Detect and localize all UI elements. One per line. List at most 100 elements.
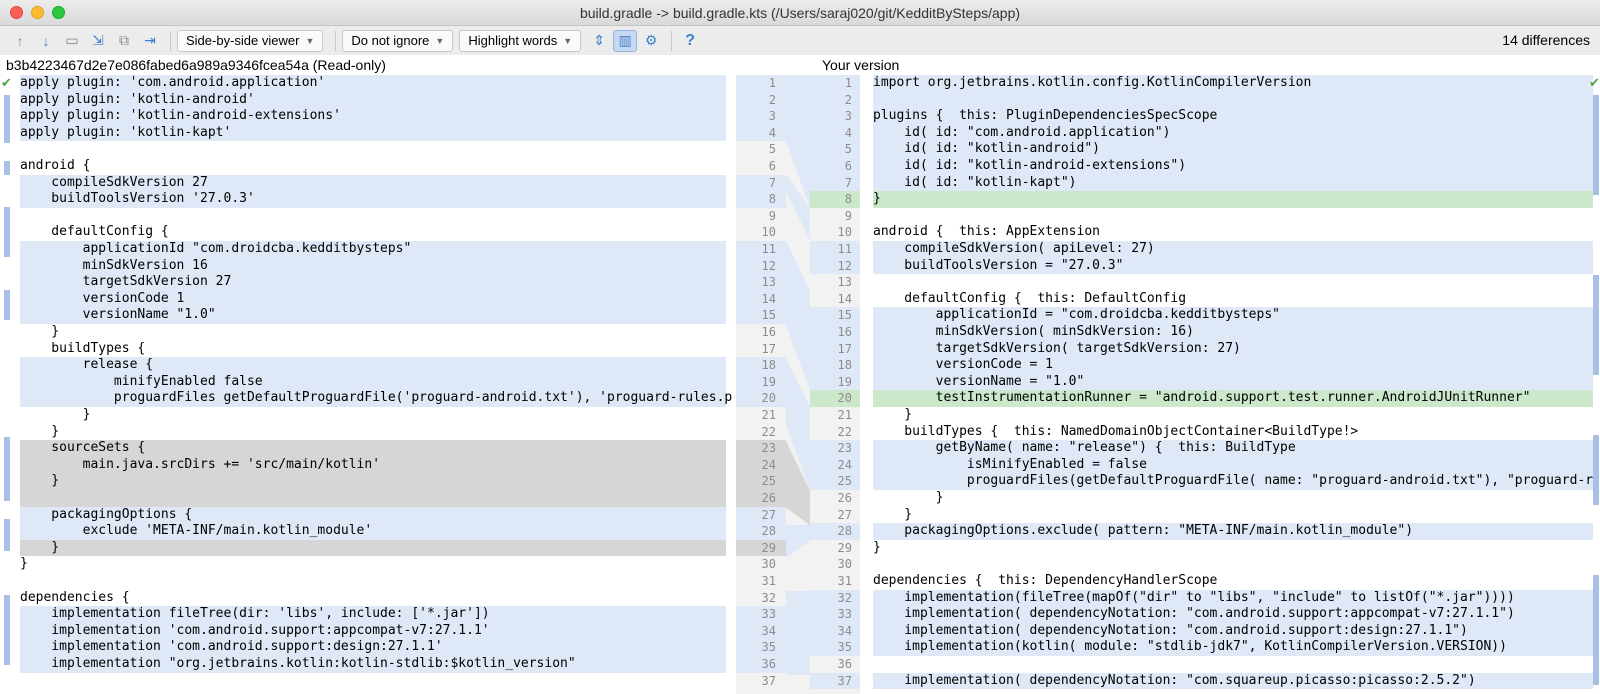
code-line: implementation(kotlin( module: "stdlib-j… [873,639,1593,656]
left-line-number: 30 [761,557,776,572]
code-line: implementation(fileTree(mapOf("dir" to "… [873,589,1593,607]
left-line-number: 32 [761,590,776,605]
code-line: sourceSets { [20,440,726,457]
left-line-number: 35 [761,640,776,655]
connector-block [786,591,810,675]
left-line-number: 21 [761,408,776,422]
chevron-down-icon: ▼ [305,35,315,46]
right-line-number: 24 [837,457,852,472]
compare-previous-file-icon[interactable]: ▭ [60,30,84,52]
code-line: release { [20,357,726,374]
right-line-number: 33 [837,607,852,622]
code-line: implementation fileTree(dir: 'libs', inc… [20,606,726,623]
left-line-number: 23 [761,441,776,456]
left-line-number: 27 [761,507,776,522]
code-line: id( id: "kotlin-android") [873,141,1593,158]
left-line-number: 4 [768,125,776,140]
zoom-window-button[interactable] [52,6,65,19]
code-line: implementation 'com.android.support:desi… [20,639,726,656]
collapse-unchanged-icon[interactable]: ⇕ [587,30,611,52]
right-line-number: 28 [837,524,852,539]
right-line-number: 18 [837,358,852,373]
apply-changes-icon[interactable]: ⇥ [138,30,162,52]
left-line-number: 34 [761,623,776,638]
right-line-number: 25 [837,474,852,489]
differences-count: 14 differences [1502,32,1590,48]
close-window-button[interactable] [10,6,23,19]
compare-contents-icon[interactable]: ⧉ [112,30,136,52]
code-line: defaultConfig { this: DefaultConfig [873,290,1187,306]
code-line: implementation "org.jetbrains.kotlin:kot… [20,656,726,673]
right-line-number: 15 [837,308,852,323]
viewer-mode-dropdown[interactable]: Side-by-side viewer ▼ [177,29,324,52]
right-line-number: 37 [837,673,852,688]
minimize-window-button[interactable] [31,6,44,19]
chevron-down-icon: ▼ [435,35,445,46]
left-line-number: 22 [761,424,776,439]
code-line: applicationId "com.droidcba.kedditbystep… [20,241,726,258]
right-line-number: 7 [844,175,852,190]
code-line: buildToolsVersion '27.0.3' [20,191,726,208]
left-line-number: 29 [761,540,776,555]
code-line: testInstrumentationRunner = "android.sup… [873,390,1593,407]
code-line: implementation( dependencyNotation: "com… [873,622,1593,640]
sync-scroll-toggle-icon[interactable]: ▥ [613,29,638,52]
right-line-number: 10 [837,225,852,240]
code-line: } [20,407,91,422]
left-line-number: 2 [768,92,776,107]
right-line-number: 27 [837,507,852,522]
code-line: implementation 'com.android.support:appc… [20,622,726,640]
code-line: } [20,539,726,557]
code-line: id( id: "kotlin-android-extensions") [873,158,1593,175]
window-controls [10,6,65,19]
left-line-number: 14 [761,291,776,306]
code-line: } [20,324,60,339]
code-line: android { [20,158,91,173]
toolbar-separator [671,30,673,51]
chevron-down-icon: ▼ [563,35,573,46]
right-line-number: 31 [837,574,852,588]
right-line-number: 8 [844,192,852,207]
right-line-number: 11 [837,242,852,256]
code-line: implementation( dependencyNotation: "com… [873,672,1593,690]
ignore-whitespace-dropdown[interactable]: Do not ignore ▼ [342,29,454,52]
code-line: buildToolsVersion = "27.0.3" [873,257,1593,275]
right-editor-pane[interactable]: import org.jetbrains.kotlin.config.Kotli… [860,75,1600,694]
settings-gear-icon[interactable]: ⚙ [639,30,663,52]
right-line-number: 19 [837,374,852,389]
next-difference-icon[interactable]: ↓ [34,30,58,52]
code-line: dependencies { this: DependencyHandlerSc… [873,573,1218,588]
right-line-number: 32 [837,590,852,605]
left-line-number: 24 [761,457,776,472]
viewer-mode-label: Side-by-side viewer [186,33,300,48]
code-line: } [873,490,944,505]
previous-difference-icon[interactable]: ↑ [8,30,32,52]
left-line-number: 9 [768,208,776,223]
right-change-markers: ✔ [1589,75,1600,694]
jump-to-source-icon[interactable]: ⇲ [86,30,110,52]
help-icon[interactable]: ? [678,30,702,52]
left-line-number: 1 [768,76,776,90]
left-line-number: 7 [768,175,776,190]
code-line: } [20,556,28,572]
right-line-number: 22 [837,424,852,439]
left-line-number: 20 [761,391,776,406]
code-line: targetSdkVersion 27 [20,274,726,291]
right-line-number: 29 [837,540,852,555]
code-line: compileSdkVersion( apiLevel: 27) [873,241,1593,258]
code-line: apply plugin: 'com.android.application' [20,75,726,92]
code-line [873,91,1593,109]
code-line [20,490,726,507]
code-line: } [873,506,913,522]
left-line-number: 12 [761,258,776,273]
right-line-number: 23 [837,441,852,456]
code-line: } [873,539,881,555]
right-line-number: 6 [844,159,852,173]
left-line-number: 8 [768,192,776,207]
left-editor-pane[interactable]: apply plugin: 'com.android.application' a… [0,75,736,694]
code-line: apply plugin: 'kotlin-android-extensions… [20,108,726,125]
highlight-mode-dropdown[interactable]: Highlight words ▼ [459,29,582,52]
code-line: proguardFiles(getDefaultProguardFile( na… [873,473,1594,490]
code-line: plugins { this: PluginDependenciesSpecSc… [873,108,1593,125]
